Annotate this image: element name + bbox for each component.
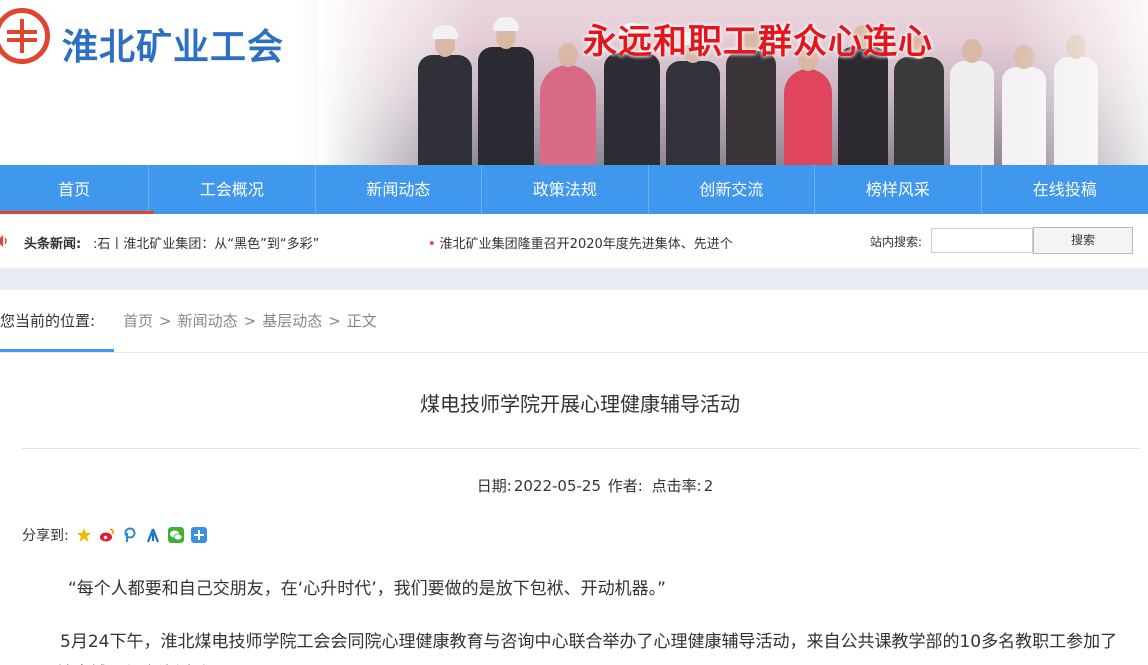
share-bar: 分享到: — [22, 525, 207, 545]
headline-bar: 头条新闻: :石丨淮北矿业集团：从“黑色”到“多彩” 淮北矿业集团隆重召开202… — [0, 214, 1148, 268]
click-count: 2 — [703, 477, 714, 495]
site-logo-text[interactable]: 淮北矿业工会 — [62, 18, 284, 70]
article-paragraph-2: 5月24下午，淮北煤电技师学院工会会同院心理健康教育与咨询中心联合举办了心理健康… — [22, 632, 1118, 665]
speaker-icon — [0, 235, 7, 247]
headline-label: 头条新闻: — [24, 237, 82, 252]
share-label: 分享到: — [22, 528, 69, 544]
clicks-label: 点击率: — [651, 477, 702, 495]
breadcrumb-news[interactable]: 新闻动态 — [178, 312, 238, 330]
article-paragraph-1: “每个人都要和自己交朋友，在‘心升时代’，我们要做的是放下包袱、开动机器。” — [68, 579, 666, 599]
pengyou-icon[interactable] — [122, 527, 138, 543]
nav-item-role-models[interactable]: 榜样风采 — [815, 165, 982, 214]
breadcrumb-home[interactable]: 首页 — [123, 312, 153, 330]
banner-slogan: 永远和职工群众心连心 — [583, 22, 933, 62]
article-meta: 日期: 2022-05-25 作者: 点击率: 2 — [0, 475, 1148, 496]
headline-link-2[interactable]: 淮北矿业集团隆重召开2020年度先进集体、先进个 — [428, 233, 733, 252]
author-label: 作者: — [607, 477, 643, 495]
site-search-input[interactable] — [931, 228, 1033, 253]
nav-item-news[interactable]: 新闻动态 — [316, 165, 483, 214]
breadcrumb-path: 首页 > 新闻动态 > 基层动态 > 正文 — [123, 312, 377, 330]
main-nav: 首页 工会概况 新闻动态 政策法规 创新交流 榜样风采 在线投稿 — [0, 165, 1148, 214]
nav-item-policies[interactable]: 政策法规 — [482, 165, 649, 214]
date-label: 日期: — [476, 477, 512, 495]
qzone-icon[interactable] — [76, 527, 92, 543]
nav-item-submit-online[interactable]: 在线投稿 — [982, 165, 1148, 214]
article-date: 2022-05-25 — [513, 477, 601, 495]
headline-link-1[interactable]: :石丨淮北矿业集团：从“黑色”到“多彩” — [93, 233, 319, 252]
wechat-icon[interactable] — [167, 527, 184, 543]
search-button[interactable]: 搜索 — [1033, 227, 1133, 254]
nav-item-innovation[interactable]: 创新交流 — [649, 165, 816, 214]
nav-item-union-overview[interactable]: 工会概况 — [149, 165, 316, 214]
breadcrumb-underline — [0, 349, 114, 352]
renren-icon[interactable] — [145, 527, 161, 543]
weibo-icon[interactable] — [99, 527, 115, 543]
more-share-icon[interactable] — [190, 527, 207, 543]
breadcrumb-current: 正文 — [346, 312, 377, 330]
breadcrumb-grassroots[interactable]: 基层动态 — [262, 312, 322, 330]
article-title: 煤电技师学院开展心理健康辅导活动 — [420, 392, 740, 416]
breadcrumb-label: 您当前的位置: — [0, 312, 96, 330]
site-banner: 淮北矿业工会 永远和职工群众心连心 — [0, 0, 1148, 165]
title-divider — [22, 448, 1140, 449]
section-divider — [0, 268, 1148, 290]
breadcrumb: 您当前的位置: 首页 > 新闻动态 > 基层动态 > 正文 — [0, 290, 1148, 353]
union-logo-icon[interactable] — [0, 8, 50, 64]
search-label: 站内搜索: — [870, 235, 923, 249]
nav-item-home[interactable]: 首页 — [0, 165, 155, 214]
